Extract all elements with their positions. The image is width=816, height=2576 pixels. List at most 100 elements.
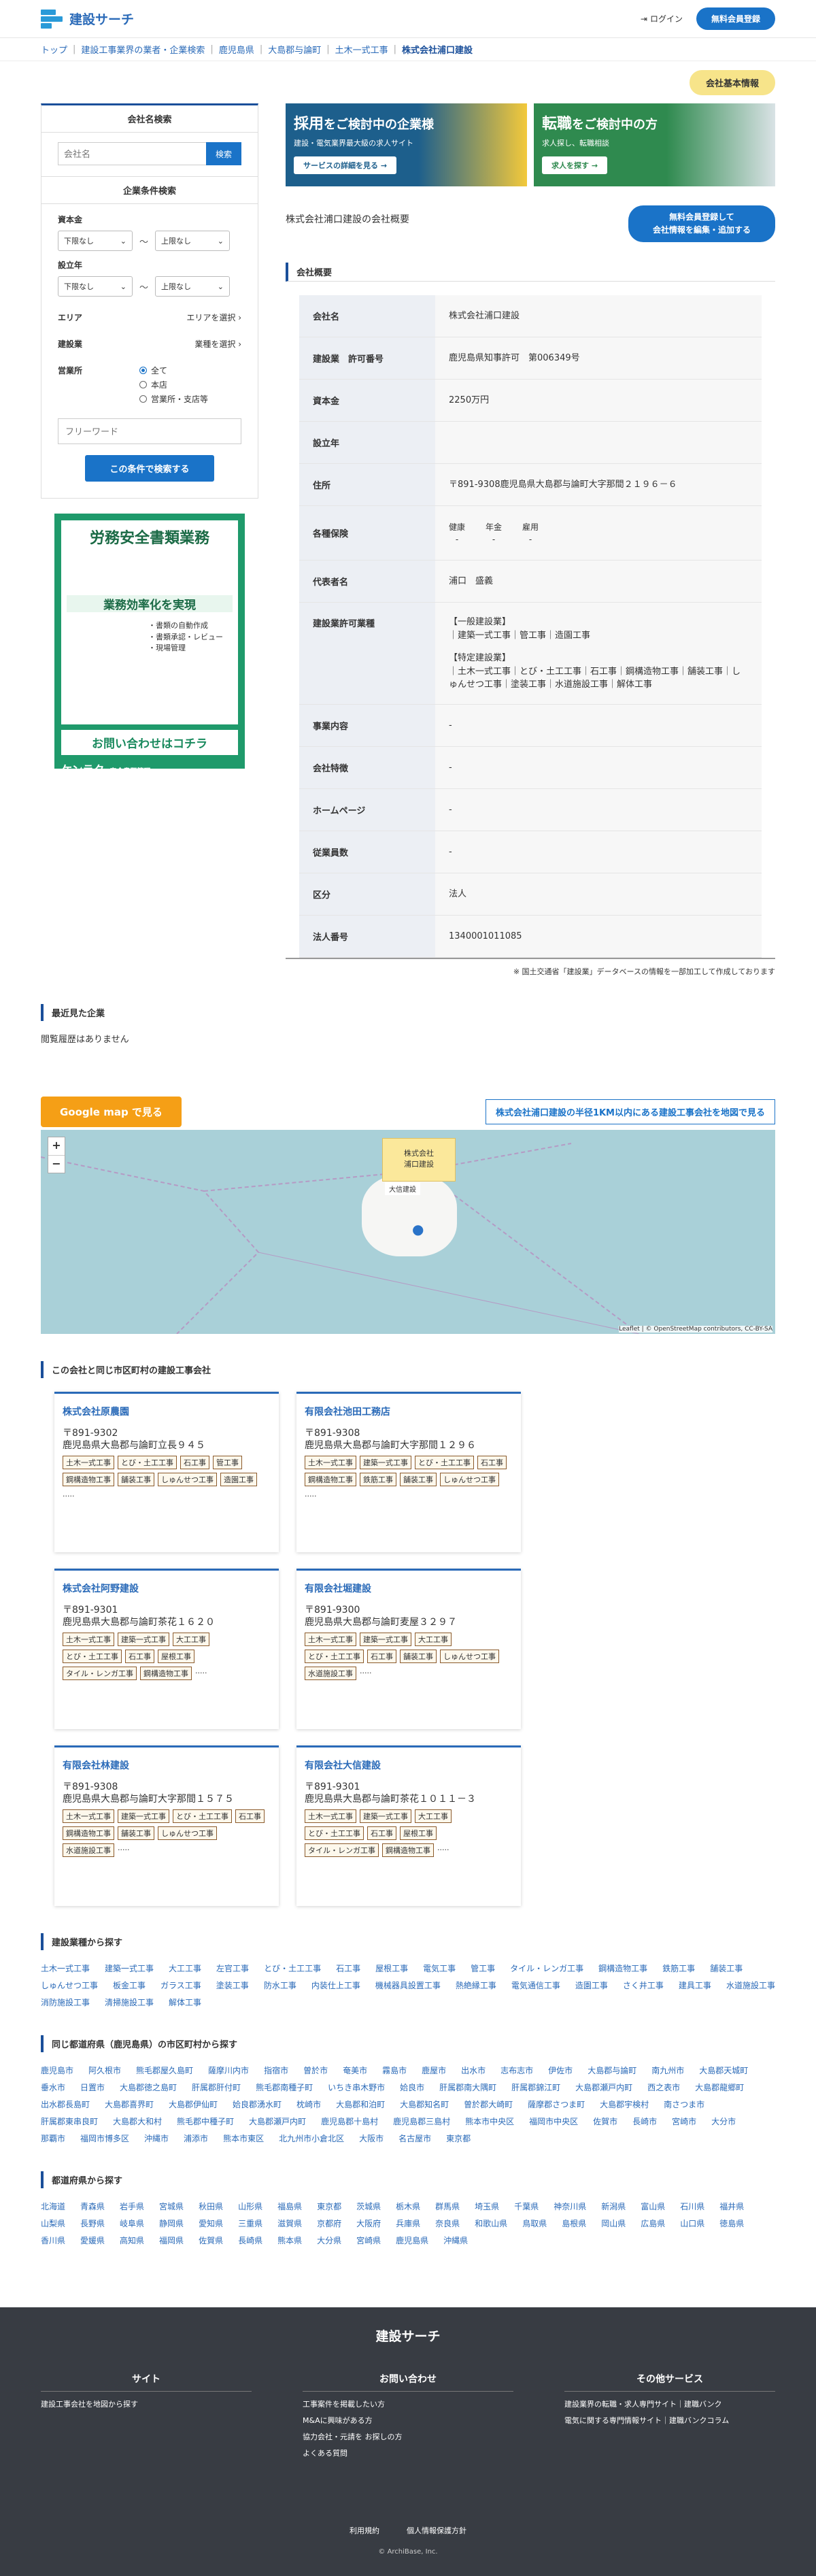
industry-link[interactable]: 消防施設工事 bbox=[41, 1996, 90, 2008]
card-name[interactable]: 株式会社原農園 bbox=[63, 1405, 271, 1418]
footer-link[interactable]: 建設業界の転職・求人専門サイト｜建職バンク bbox=[564, 2398, 775, 2409]
company-name-input[interactable] bbox=[58, 142, 206, 165]
card-name[interactable]: 有限会社林建設 bbox=[63, 1758, 271, 1772]
industry-picker[interactable]: 業種を選択 › bbox=[194, 338, 241, 350]
industry-link[interactable]: 石工事 bbox=[336, 1962, 360, 1974]
card-name[interactable]: 株式会社阿野建設 bbox=[63, 1582, 271, 1595]
pref-link[interactable]: 佐賀県 bbox=[199, 2235, 223, 2246]
city-link[interactable]: 姶良郡湧水町 bbox=[233, 2098, 282, 2110]
city-link[interactable]: 大阪市 bbox=[359, 2132, 384, 2144]
footer-link[interactable]: 協力会社・元請を お探しの方 bbox=[303, 2431, 513, 2442]
breadcrumb-top[interactable]: トップ bbox=[41, 43, 67, 56]
pref-link[interactable]: 徳島県 bbox=[719, 2218, 744, 2229]
city-link[interactable]: 肝属郡肝付町 bbox=[192, 2081, 241, 2093]
company-card[interactable]: 有限会社大信建設 〒891-9301 鹿児島県大島郡与論町茶花１０１１－３ 土木一… bbox=[296, 1745, 521, 1907]
city-link[interactable]: 姶良市 bbox=[400, 2081, 424, 2093]
condition-search-button[interactable]: この条件で検索する bbox=[85, 455, 214, 482]
industry-link[interactable]: 塗装工事 bbox=[216, 1979, 249, 1991]
pref-link[interactable]: 石川県 bbox=[680, 2201, 704, 2212]
free-word-input[interactable] bbox=[58, 418, 241, 444]
company-card[interactable]: 有限会社堀建設 〒891-9300 鹿児島県大島郡与論町麦屋３２９７ 土木一式工事… bbox=[296, 1569, 521, 1730]
pref-link[interactable]: 長崎県 bbox=[238, 2235, 262, 2246]
pref-link[interactable]: 山口県 bbox=[680, 2218, 704, 2229]
city-link[interactable]: 大島郡与論町 bbox=[588, 2064, 636, 2076]
city-link[interactable]: 福岡市博多区 bbox=[80, 2132, 129, 2144]
banner-button[interactable]: サービスの詳細を見る → bbox=[294, 156, 397, 174]
industry-link[interactable]: 左官工事 bbox=[216, 1962, 249, 1974]
banner-button[interactable]: 求人を探す → bbox=[542, 156, 608, 174]
edit-company-button[interactable]: 無料会員登録して 会社情報を編集・追加する bbox=[628, 205, 775, 243]
google-map-button[interactable]: Google map で見る bbox=[41, 1097, 182, 1128]
industry-link[interactable]: ガラス工事 bbox=[160, 1979, 201, 1991]
industry-link[interactable]: 電気工事 bbox=[423, 1962, 456, 1974]
city-link[interactable]: 大分市 bbox=[711, 2115, 736, 2127]
city-link[interactable]: 大島郡宇検村 bbox=[600, 2098, 649, 2110]
industry-link[interactable]: 板金工事 bbox=[113, 1979, 146, 1991]
pref-link[interactable]: 宮城県 bbox=[159, 2201, 184, 2212]
zoom-out-button[interactable]: − bbox=[48, 1155, 65, 1173]
city-link[interactable]: 出水市 bbox=[461, 2064, 486, 2076]
city-link[interactable]: 曽於市 bbox=[303, 2064, 328, 2076]
card-name[interactable]: 有限会社堀建設 bbox=[305, 1582, 513, 1595]
city-link[interactable]: 熊毛郡中種子町 bbox=[177, 2115, 234, 2127]
company-card[interactable]: 有限会社池田工務店 〒891-9308 鹿児島県大島郡与論町大字那間１２９６ 土木… bbox=[296, 1392, 521, 1553]
city-link[interactable]: 大島郡龍郷町 bbox=[695, 2081, 744, 2093]
industry-link[interactable]: 鋼構造物工事 bbox=[598, 1962, 647, 1974]
login-link[interactable]: ⇥ ログイン bbox=[641, 13, 683, 24]
industry-link[interactable]: 建築一式工事 bbox=[105, 1962, 154, 1974]
map-pin-icon[interactable]: ● bbox=[412, 1221, 424, 1237]
pref-link[interactable]: 沖縄県 bbox=[443, 2235, 468, 2246]
city-link[interactable]: 大島郡天城町 bbox=[699, 2064, 748, 2076]
city-link[interactable]: 肝属郡東串良町 bbox=[41, 2115, 98, 2127]
pref-link[interactable]: 新潟県 bbox=[601, 2201, 626, 2212]
pref-link[interactable]: 広島県 bbox=[641, 2218, 665, 2229]
pref-link[interactable]: 鹿児島県 bbox=[396, 2235, 428, 2246]
map-view[interactable]: + − 株式会社 浦口建設 大信建設 ● Leaflet | © OpenStre… bbox=[41, 1130, 775, 1335]
city-link[interactable]: 沖縄市 bbox=[144, 2132, 169, 2144]
pref-link[interactable]: 長野県 bbox=[80, 2218, 105, 2229]
city-link[interactable]: 薩摩郡さつま町 bbox=[528, 2098, 585, 2110]
industry-link[interactable]: 電気通信工事 bbox=[511, 1979, 560, 1991]
city-link[interactable]: 熊本市東区 bbox=[223, 2132, 264, 2144]
breadcrumb-industry[interactable]: 土木一式工事 bbox=[335, 43, 388, 56]
city-link[interactable]: 福岡市中央区 bbox=[529, 2115, 578, 2127]
city-link[interactable]: 奄美市 bbox=[343, 2064, 367, 2076]
industry-link[interactable]: さく井工事 bbox=[623, 1979, 664, 1991]
industry-link[interactable]: 清掃施設工事 bbox=[105, 1996, 154, 2008]
city-link[interactable]: 熊本市中央区 bbox=[465, 2115, 514, 2127]
city-link[interactable]: 鹿児島郡十島村 bbox=[321, 2115, 378, 2127]
card-name[interactable]: 有限会社池田工務店 bbox=[305, 1405, 513, 1418]
city-link[interactable]: 出水郡長島町 bbox=[41, 2098, 90, 2110]
city-link[interactable]: 大島郡喜界町 bbox=[105, 2098, 154, 2110]
industry-link[interactable]: 造園工事 bbox=[575, 1979, 608, 1991]
pref-link[interactable]: 山形県 bbox=[238, 2201, 262, 2212]
pref-link[interactable]: 兵庫県 bbox=[396, 2218, 420, 2229]
company-card[interactable]: 株式会社阿野建設 〒891-9301 鹿児島県大島郡与論町茶花１６２０ 土木一式工… bbox=[54, 1569, 279, 1730]
name-search-button[interactable]: 検索 bbox=[206, 142, 241, 165]
pref-link[interactable]: 香川県 bbox=[41, 2235, 65, 2246]
city-link[interactable]: 曽於郡大崎町 bbox=[464, 2098, 513, 2110]
radio-head-office[interactable]: 本店 bbox=[139, 379, 241, 390]
pref-link[interactable]: 大阪府 bbox=[356, 2218, 381, 2229]
industry-link[interactable]: 水道施設工事 bbox=[726, 1979, 775, 1991]
pref-link[interactable]: 福島県 bbox=[277, 2201, 302, 2212]
pref-link[interactable]: 滋賀県 bbox=[277, 2218, 302, 2229]
recruit-banner[interactable]: 採用をご検討中の企業様 建設・電気業界最大級の求人サイト サービスの詳細を見る … bbox=[286, 103, 527, 186]
city-link[interactable]: 指宿市 bbox=[264, 2064, 288, 2076]
city-link[interactable]: 南九州市 bbox=[651, 2064, 684, 2076]
pref-link[interactable]: 秋田県 bbox=[199, 2201, 223, 2212]
capital-min-select[interactable]: 下限なし ⌄ bbox=[58, 231, 133, 251]
founded-min-select[interactable]: 下限なし ⌄ bbox=[58, 276, 133, 297]
pref-link[interactable]: 三重県 bbox=[238, 2218, 262, 2229]
founded-max-select[interactable]: 上限なし ⌄ bbox=[155, 276, 231, 297]
city-link[interactable]: 佐賀市 bbox=[593, 2115, 617, 2127]
city-link[interactable]: 南さつま市 bbox=[664, 2098, 704, 2110]
industry-link[interactable]: 防水工事 bbox=[264, 1979, 296, 1991]
area-picker[interactable]: エリアを選択 › bbox=[186, 312, 241, 323]
city-link[interactable]: 薩摩川内市 bbox=[208, 2064, 249, 2076]
industry-link[interactable]: 屋根工事 bbox=[375, 1962, 408, 1974]
pref-link[interactable]: 栃木県 bbox=[396, 2201, 420, 2212]
pref-link[interactable]: 福岡県 bbox=[159, 2235, 184, 2246]
city-link[interactable]: 伊佐市 bbox=[548, 2064, 573, 2076]
city-link[interactable]: 北九州市小倉北区 bbox=[279, 2132, 344, 2144]
